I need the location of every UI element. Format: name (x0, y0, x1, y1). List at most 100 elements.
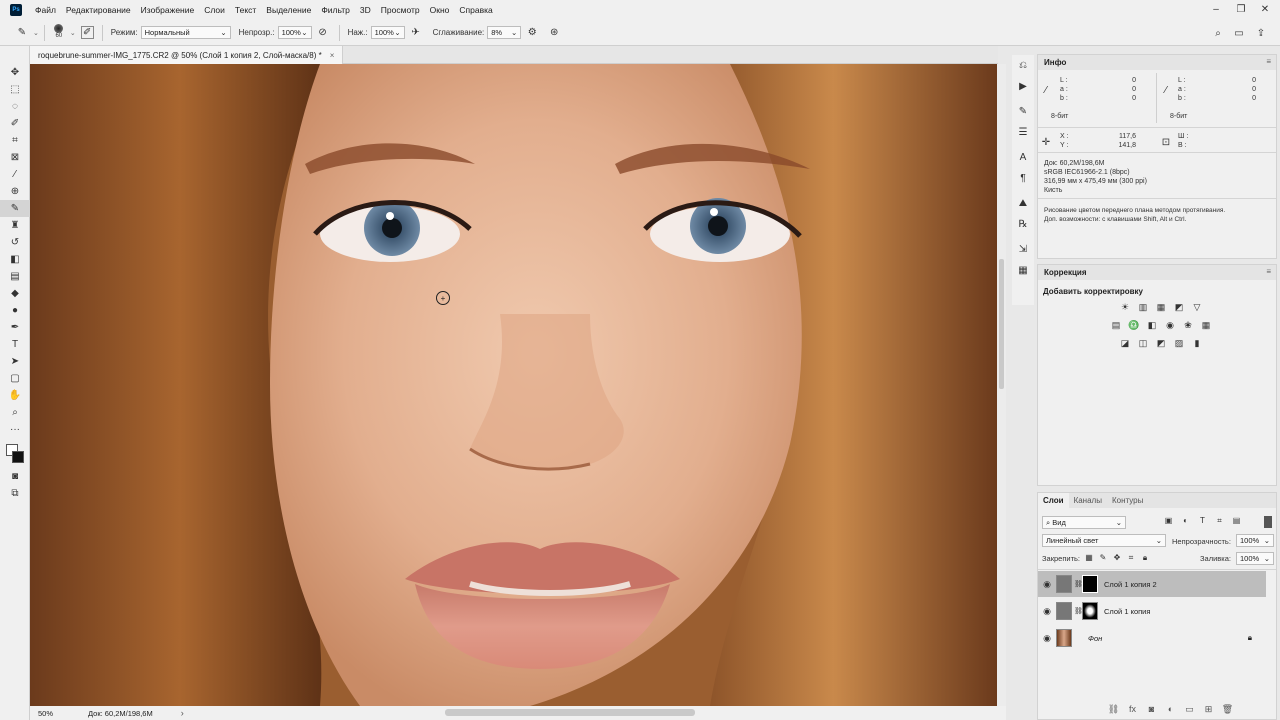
brush-settings-icon[interactable]: ✎ (1012, 101, 1034, 122)
link-icon[interactable]: ⛓ (1074, 580, 1083, 588)
vertical-scrollbar[interactable] (997, 64, 1006, 706)
lasso-tool-icon[interactable]: ◌ (0, 98, 30, 115)
document-tab[interactable]: roquebrune-summer-IMG_1775.CR2 @ 50% (Сл… (30, 46, 344, 64)
history-icon[interactable]: ⎌ (1012, 55, 1034, 76)
color-balance-icon[interactable]: ♎ (1128, 320, 1140, 331)
tab-layers[interactable]: Слои (1038, 493, 1069, 508)
brush-tool-icon[interactable]: ✎ (14, 25, 30, 41)
delete-layer-icon[interactable]: 🗑︎ (1218, 704, 1237, 715)
eye-icon[interactable]: ◉ (1038, 579, 1056, 590)
layer-filter-select[interactable]: ⌕ Вид ⌄ (1042, 516, 1126, 529)
layer-name[interactable]: Фон (1088, 634, 1102, 643)
shape-tool-icon[interactable]: ▢ (0, 370, 30, 387)
threshold-icon[interactable]: ◩ (1155, 338, 1167, 349)
close-tab-icon[interactable]: × (330, 51, 335, 60)
posterize-icon[interactable]: ◫ (1137, 338, 1149, 349)
layer-thumbnail[interactable] (1056, 575, 1072, 593)
layer-thumbnail[interactable] (1056, 629, 1072, 647)
color-swatches[interactable] (0, 438, 30, 468)
panel-menu-icon[interactable]: ≡ (1266, 57, 1271, 66)
search-icon[interactable]: ⌕ (1210, 25, 1226, 41)
pen-tool-icon[interactable]: ✒ (0, 319, 30, 336)
move-tool-icon[interactable]: ✥ (0, 64, 30, 81)
screen-mode-icon[interactable]: ⧉ (0, 485, 30, 502)
menu-image[interactable]: Изображение (136, 5, 200, 15)
menu-window[interactable]: Окно (425, 5, 455, 15)
brush-tool-icon[interactable]: ✎ (0, 200, 30, 217)
menu-type[interactable]: Текст (230, 5, 261, 15)
hand-tool-icon[interactable]: ✋ (0, 387, 30, 404)
symmetry-icon[interactable]: ⊛ (546, 25, 562, 41)
background-color-swatch[interactable] (12, 451, 24, 463)
curves-icon[interactable]: ▦ (1155, 302, 1167, 313)
tab-channels[interactable]: Каналы (1069, 493, 1107, 508)
paragraph-icon[interactable]: ¶ (1012, 168, 1034, 189)
zoom-level[interactable]: 50% (38, 709, 78, 718)
minimize-icon[interactable]: – (1205, 0, 1227, 18)
vibrance-icon[interactable]: ▽ (1191, 302, 1203, 313)
filter-toggle[interactable] (1264, 516, 1272, 528)
fx-icon[interactable]: fx (1123, 704, 1142, 715)
menu-layers[interactable]: Слои (199, 5, 230, 15)
link-layers-icon[interactable]: ⛓ (1104, 704, 1123, 715)
healing-brush-tool-icon[interactable]: ⊕ (0, 183, 30, 200)
link-icon[interactable]: ⛓ (1074, 607, 1083, 615)
levels-icon[interactable]: ▥ (1137, 302, 1149, 313)
restore-icon[interactable]: ❐ (1230, 0, 1252, 18)
color-lookup-icon[interactable]: ▦ (1200, 320, 1212, 331)
landscape-icon[interactable]: ⛰ (1012, 193, 1034, 214)
sliders-icon[interactable]: ☰ (1012, 122, 1034, 143)
eye-icon[interactable]: ◉ (1038, 606, 1056, 617)
gear-icon[interactable]: ⚙ (524, 25, 540, 41)
fill-input[interactable]: 100% ⌄ (1236, 552, 1274, 565)
marquee-tool-icon[interactable]: ⬚ (0, 81, 30, 98)
chevron-down-icon[interactable]: ⌄ (70, 29, 76, 37)
menu-select[interactable]: Выделение (261, 5, 316, 15)
close-window-icon[interactable]: ✕ (1254, 0, 1276, 18)
workspace-icon[interactable]: ▭ (1231, 25, 1247, 41)
smoothing-input[interactable]: 8% ⌄ (487, 26, 522, 39)
eraser-tool-icon[interactable]: ◧ (0, 251, 30, 268)
pressure-input[interactable]: 100% ⌄ (370, 26, 405, 39)
vertical-scroll-thumb[interactable] (999, 259, 1004, 389)
layer-name[interactable]: Слой 1 копия (1104, 607, 1150, 616)
layer-name[interactable]: Слой 1 копия 2 (1104, 580, 1157, 589)
filter-type-icon[interactable]: T (1194, 516, 1211, 526)
selective-color-icon[interactable]: ▨ (1173, 338, 1185, 349)
black-white-icon[interactable]: ◧ (1146, 320, 1158, 331)
filter-pixel-icon[interactable]: ▣ (1160, 516, 1177, 526)
panel-menu-icon[interactable]: ≡ (1266, 267, 1271, 276)
menu-3d[interactable]: 3D (355, 5, 376, 15)
document-canvas[interactable]: + (30, 64, 997, 706)
tab-paths[interactable]: Контуры (1107, 493, 1148, 508)
gradient-map-icon[interactable]: ▮ (1191, 338, 1203, 349)
menu-view[interactable]: Просмотр (376, 5, 425, 15)
new-adjustment-icon[interactable]: ◐ (1161, 704, 1180, 715)
hue-saturation-icon[interactable]: ▤ (1110, 320, 1122, 331)
clone-stamp-tool-icon[interactable]: ♜ (0, 217, 30, 234)
filter-adjustment-icon[interactable]: ◐ (1177, 516, 1194, 526)
libraries-icon[interactable]: ▦ (1012, 260, 1034, 281)
quick-select-tool-icon[interactable]: ✐ (0, 115, 30, 132)
layer-row[interactable]: ◉ Фон 🔒︎ (1038, 625, 1266, 651)
export-icon[interactable]: ⇲ (1012, 239, 1034, 260)
properties-icon[interactable]: ℞ (1012, 214, 1034, 235)
frame-tool-icon[interactable]: ⊠ (0, 149, 30, 166)
gradient-tool-icon[interactable]: ▤ (0, 268, 30, 285)
type-tool-icon[interactable]: T (0, 336, 30, 353)
brush-preset-picker[interactable]: 60 (50, 23, 68, 43)
new-group-icon[interactable]: ▭ (1180, 704, 1199, 715)
filter-shape-icon[interactable]: ⌗ (1211, 516, 1228, 526)
path-select-tool-icon[interactable]: ➤ (0, 353, 30, 370)
brush-settings-icon[interactable]: ✐ (80, 26, 94, 39)
exposure-icon[interactable]: ◩ (1173, 302, 1185, 313)
layer-row[interactable]: ◉ ⛓ Слой 1 копия (1038, 598, 1266, 624)
character-icon[interactable]: A (1012, 147, 1034, 168)
photo-filter-icon[interactable]: ◉ (1164, 320, 1176, 331)
dodge-tool-icon[interactable]: ● (0, 302, 30, 319)
blend-mode-select[interactable]: Линейный свет ⌄ (1042, 534, 1166, 547)
menu-filter[interactable]: Фильтр (316, 5, 355, 15)
menu-edit[interactable]: Редактирование (61, 5, 136, 15)
channel-mixer-icon[interactable]: ❀ (1182, 320, 1194, 331)
mode-select[interactable]: Нормальный ⌄ (140, 26, 231, 39)
